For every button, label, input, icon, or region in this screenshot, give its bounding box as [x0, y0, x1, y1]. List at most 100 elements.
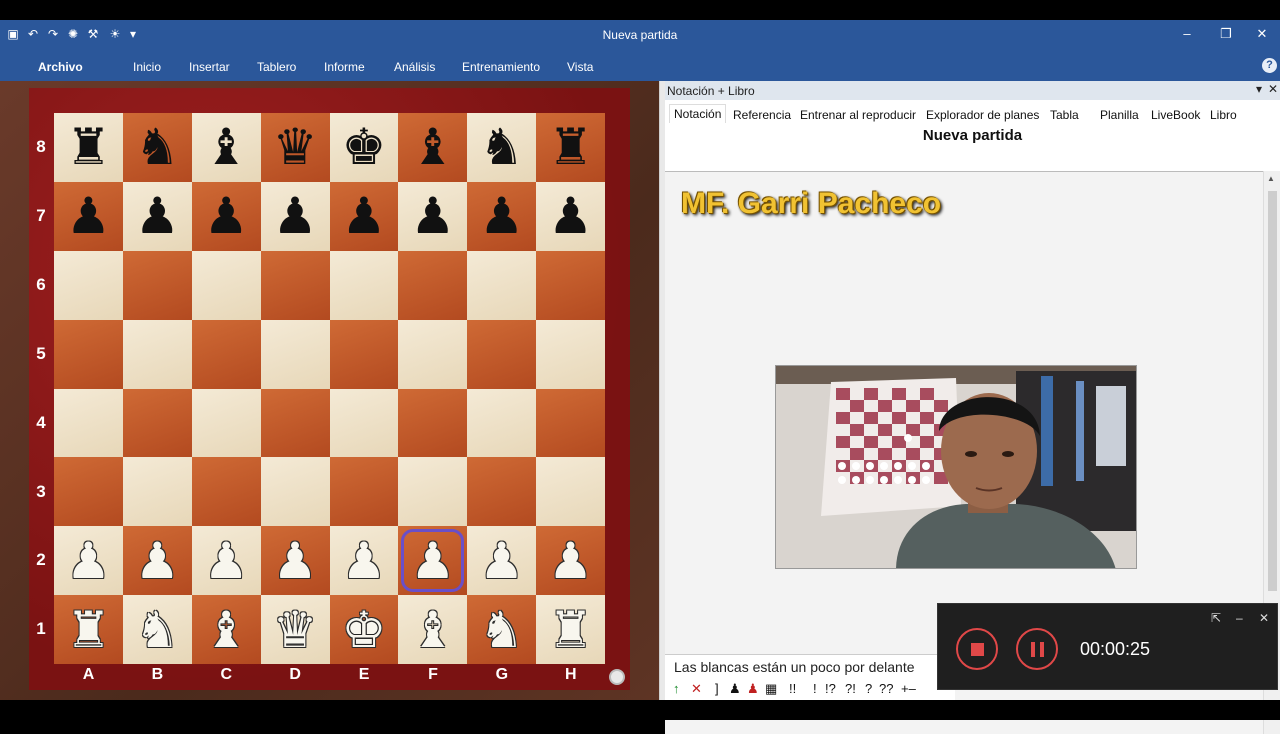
black-pawn-icon[interactable]: ♟	[66, 191, 111, 241]
square-a1[interactable]: ♜	[54, 595, 123, 664]
square-d6[interactable]	[260, 250, 330, 320]
white-knight-icon[interactable]: ♞	[135, 605, 180, 655]
tab-insertar[interactable]: Insertar	[189, 60, 230, 74]
square-h2[interactable]: ♟	[536, 526, 605, 596]
annotation-symbol-button[interactable]: +–	[901, 681, 916, 696]
close-button[interactable]: ✕	[1252, 24, 1272, 44]
square-e4[interactable]	[329, 388, 399, 458]
black-pawn-icon[interactable]: ♟	[204, 191, 249, 241]
white-bishop-icon[interactable]: ♝	[204, 605, 249, 655]
black-knight-icon[interactable]: ♞	[135, 122, 180, 172]
square-g4[interactable]	[467, 388, 537, 458]
square-f6[interactable]	[398, 250, 468, 320]
annotation-symbol-button[interactable]: ▦	[765, 681, 777, 697]
square-a8[interactable]: ♜	[54, 113, 123, 182]
square-d4[interactable]	[260, 388, 330, 458]
tab-referencia[interactable]: Referencia	[733, 108, 791, 122]
popout-icon[interactable]: ⇱	[1211, 611, 1221, 625]
white-bishop-icon[interactable]: ♝	[410, 605, 455, 655]
white-queen-icon[interactable]: ♛	[273, 605, 318, 655]
white-pawn-icon[interactable]: ♟	[342, 536, 387, 586]
square-f7[interactable]: ♟	[398, 181, 468, 251]
white-rook-icon[interactable]: ♜	[66, 605, 111, 655]
annotation-symbol-button[interactable]: ??	[879, 681, 893, 696]
tab-notacion[interactable]: Notación	[669, 104, 727, 123]
white-rook-icon[interactable]: ♜	[548, 605, 593, 655]
square-f1[interactable]: ♝	[398, 595, 468, 664]
black-pawn-icon[interactable]: ♟	[548, 191, 593, 241]
tab-vista[interactable]: Vista	[567, 60, 593, 74]
black-queen-icon[interactable]: ♛	[273, 122, 318, 172]
square-f3[interactable]	[398, 457, 468, 527]
square-b3[interactable]	[122, 457, 192, 527]
black-pawn-icon[interactable]: ♟	[342, 191, 387, 241]
square-g7[interactable]: ♟	[467, 181, 537, 251]
square-a3[interactable]	[54, 457, 123, 527]
square-a5[interactable]	[54, 319, 123, 389]
tab-entrenar-al-reproducir[interactable]: Entrenar al reproducir	[800, 108, 916, 122]
square-b8[interactable]: ♞	[122, 113, 192, 182]
white-pawn-icon[interactable]: ♟	[548, 536, 593, 586]
scroll-up-icon[interactable]: ▲	[1267, 174, 1275, 183]
scroll-thumb[interactable]	[1268, 191, 1277, 591]
tab-archivo[interactable]: Archivo	[38, 60, 83, 74]
square-a2[interactable]: ♟	[54, 526, 123, 596]
square-g2[interactable]: ♟	[467, 526, 537, 596]
square-a7[interactable]: ♟	[54, 181, 123, 251]
pause-record-button[interactable]	[1016, 628, 1058, 670]
tab-planilla[interactable]: Planilla	[1100, 108, 1139, 122]
square-h1[interactable]: ♜	[536, 595, 605, 664]
tab-libro[interactable]: Libro	[1210, 108, 1237, 122]
square-g5[interactable]	[467, 319, 537, 389]
pane-close-icon[interactable]: ✕	[1268, 82, 1278, 96]
square-b6[interactable]	[122, 250, 192, 320]
square-f8[interactable]: ♝	[398, 113, 468, 182]
black-knight-icon[interactable]: ♞	[479, 122, 524, 172]
square-b1[interactable]: ♞	[122, 595, 192, 664]
square-b7[interactable]: ♟	[122, 181, 192, 251]
square-g1[interactable]: ♞	[467, 595, 537, 664]
pane-menu-icon[interactable]: ▾	[1256, 82, 1262, 96]
black-pawn-icon[interactable]: ♟	[135, 191, 180, 241]
square-h6[interactable]	[536, 250, 605, 320]
square-b2[interactable]: ♟	[122, 526, 192, 596]
white-pawn-icon[interactable]: ♟	[135, 536, 180, 586]
black-bishop-icon[interactable]: ♝	[410, 122, 455, 172]
tab-explorador-de-planes[interactable]: Explorador de planes	[926, 108, 1039, 122]
square-e8[interactable]: ♚	[329, 113, 399, 182]
tab-livebook[interactable]: LiveBook	[1151, 108, 1200, 122]
square-c5[interactable]	[191, 319, 261, 389]
square-b5[interactable]	[122, 319, 192, 389]
white-pawn-icon[interactable]: ♟	[204, 536, 249, 586]
annotation-symbol-button[interactable]: ✕	[691, 681, 702, 697]
square-e5[interactable]	[329, 319, 399, 389]
square-d3[interactable]	[260, 457, 330, 527]
recorder-close-icon[interactable]: ✕	[1259, 611, 1269, 625]
annotation-symbol-button[interactable]: ?	[865, 681, 872, 696]
tab-tablero[interactable]: Tablero	[257, 60, 296, 74]
chess-board[interactable]: ♜ ♞ ♝ ♛ ♚ ♝ ♞ ♜ ♟ ♟ ♟ ♟ ♟ ♟ ♟ ♟ ♟ ♟ ♟ ♟ ♟ ♟ ♟ ♟ ♜ ♞ ♝ ♛ ♚ ♝ ♞ ♜	[54, 113, 605, 664]
stop-record-button[interactable]	[956, 628, 998, 670]
annotation-symbol-button[interactable]: !!	[789, 681, 796, 696]
tab-analisis[interactable]: Análisis	[394, 60, 435, 74]
square-e3[interactable]	[329, 457, 399, 527]
annotation-symbol-button[interactable]: !	[813, 681, 817, 696]
tab-inicio[interactable]: Inicio	[133, 60, 161, 74]
annotation-symbol-button[interactable]: ]	[715, 681, 719, 696]
black-pawn-icon[interactable]: ♟	[273, 191, 318, 241]
square-c3[interactable]	[191, 457, 261, 527]
square-d7[interactable]: ♟	[260, 181, 330, 251]
tab-tabla[interactable]: Tabla	[1050, 108, 1079, 122]
white-pawn-icon[interactable]: ♟	[273, 536, 318, 586]
square-a6[interactable]	[54, 250, 123, 320]
square-e7[interactable]: ♟	[329, 181, 399, 251]
tab-entrenamiento[interactable]: Entrenamiento	[462, 60, 540, 74]
white-knight-icon[interactable]: ♞	[479, 605, 524, 655]
square-f5[interactable]	[398, 319, 468, 389]
minimize-button[interactable]: –	[1177, 24, 1197, 44]
square-h8[interactable]: ♜	[536, 113, 605, 182]
annotation-symbol-button[interactable]: !?	[825, 681, 836, 696]
square-c1[interactable]: ♝	[191, 595, 261, 664]
square-c8[interactable]: ♝	[191, 113, 261, 182]
square-e1[interactable]: ♚	[329, 595, 399, 664]
